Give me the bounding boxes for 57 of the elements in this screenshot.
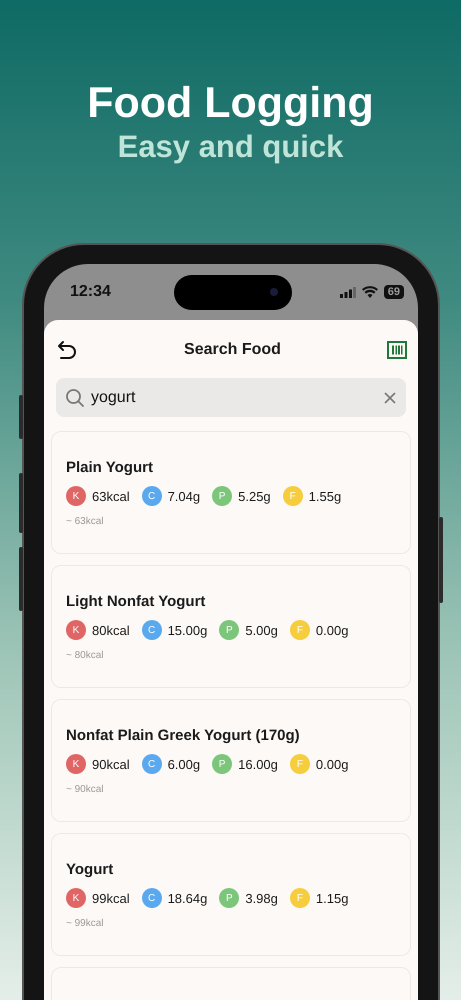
- screen-title: Search Food: [184, 341, 281, 359]
- nutrient-value: 18.64g: [168, 890, 208, 906]
- food-name: Light Nonfat Yogurt: [66, 593, 206, 610]
- nutrient-value: 99kcal: [92, 890, 130, 906]
- food-name: Yogurt: [66, 861, 114, 878]
- nutrient-value: 3.98g: [245, 890, 278, 906]
- nutrient-value: 16.00g: [238, 756, 278, 772]
- nutrient-badge: K: [66, 486, 86, 506]
- subheadline: Easy and quick: [116, 128, 344, 166]
- nutrient-badge: F: [282, 486, 303, 506]
- nutrient-value: 63kcal: [92, 488, 130, 504]
- battery-indicator: 69: [384, 285, 404, 299]
- wifi-icon: [362, 286, 378, 298]
- nutrient-badge: F: [290, 754, 310, 774]
- nutrient-badge: C: [142, 754, 162, 774]
- calorie-estimate: ~ 99kcal: [66, 918, 105, 929]
- nutrient-badge: C: [142, 486, 162, 506]
- nutrient-value: 0.00g: [316, 622, 348, 638]
- calorie-estimate: ~ 63kcal: [66, 516, 105, 527]
- nutrient-value: 5.00g: [245, 622, 278, 638]
- nutrient-badge: F: [290, 888, 310, 908]
- nutrient-badge: P: [219, 620, 240, 640]
- nutrient-badge: K: [66, 888, 86, 908]
- nutrient-badge: F: [290, 620, 310, 640]
- nutrient-badge: C: [142, 888, 162, 908]
- barcode-icon[interactable]: [387, 341, 407, 359]
- signal-icon: [340, 286, 356, 298]
- nutrient-value: 6.00g: [168, 756, 200, 772]
- nutrient-value: 1.55g: [308, 488, 342, 504]
- nutrient-badge: K: [66, 620, 86, 640]
- result-card[interactable]: Light Nonfat Yogurt K 80kcal C 15.00g P 5.00g F 0.00g ~ 80kcal: [51, 565, 411, 688]
- nutrient-value: 1.15g: [316, 890, 348, 906]
- nutrient-badge: P: [212, 486, 232, 506]
- nutrient-badge: P: [219, 888, 240, 908]
- nutrient-value: 0.00g: [316, 756, 348, 772]
- result-card[interactable]: Yogurt K 99kcal C 18.64g P 3.98g F 1.15g ~ 99kcal: [51, 833, 411, 956]
- calorie-estimate: ~ 80kcal: [66, 650, 105, 661]
- nutrient-value: 90kcal: [92, 756, 130, 772]
- nutrient-value: 7.04g: [168, 488, 200, 504]
- search-input[interactable]: yogurt: [91, 388, 378, 406]
- back-icon[interactable]: [56, 339, 78, 361]
- result-card[interactable]: Plain Yogurt K 63kcal C 7.04g P 5.25g F 1.55g ~ 63kcal: [51, 431, 411, 554]
- nutrient-value: 80kcal: [92, 622, 130, 638]
- food-name: Plain Yogurt: [66, 459, 154, 476]
- headline: Food Logging: [86, 78, 375, 128]
- result-card[interactable]: Nonfat Plain Greek Yogurt (170g) K 90kcal C 6.00g P 16.00g F 0.00g ~ 90kcal: [51, 699, 411, 822]
- search-icon: [65, 388, 85, 408]
- nutrient-value: 15.00g: [168, 622, 208, 638]
- calorie-estimate: ~ 90kcal: [66, 784, 105, 795]
- nutrient-badge: P: [212, 754, 232, 774]
- clear-icon[interactable]: [384, 392, 396, 404]
- search-field[interactable]: yogurt: [56, 378, 406, 417]
- nutrient-badge: C: [142, 620, 162, 640]
- nutrient-badge: K: [66, 754, 86, 774]
- status-time: 12:34: [70, 283, 112, 301]
- food-name: Nonfat Plain Greek Yogurt (170g): [66, 727, 301, 744]
- nutrient-value: 5.25g: [238, 488, 271, 504]
